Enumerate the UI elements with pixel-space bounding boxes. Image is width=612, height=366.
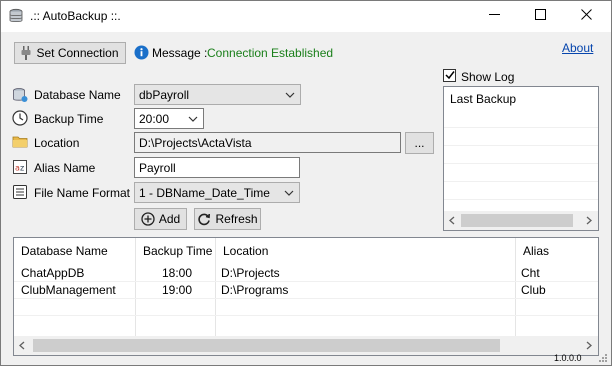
cell-alias: Club (521, 282, 546, 297)
column-header-database-name[interactable]: Database Name (14, 238, 142, 264)
alias-name-label: Alias Name (34, 161, 96, 175)
scroll-left-icon[interactable] (17, 339, 27, 352)
table-scroll-thumb[interactable] (33, 339, 500, 352)
backup-time-label: Backup Time (34, 112, 104, 126)
location-field[interactable]: D:\Projects\ActaVista (134, 132, 401, 153)
browse-button[interactable]: ... (405, 132, 434, 154)
backup-table[interactable]: Database Name Backup Time Location Alias… (13, 237, 599, 356)
database-icon (12, 87, 28, 103)
maximize-button[interactable] (517, 1, 563, 31)
set-connection-label: Set Connection (36, 46, 119, 60)
version-label: 1.0.0.0 (554, 353, 582, 363)
close-button[interactable] (563, 1, 609, 31)
cell-backup-time: 18:00 (162, 265, 193, 280)
log-column-header: Last Backup (450, 92, 517, 106)
window-title: .:: AutoBackup ::. (30, 9, 121, 23)
row-divider (14, 298, 598, 299)
column-divider (515, 238, 516, 336)
chevron-down-icon (283, 187, 295, 199)
row-divider (14, 315, 598, 316)
chevron-down-icon (284, 89, 296, 101)
location-label: Location (34, 136, 80, 150)
column-header-alias[interactable]: Alias (516, 238, 605, 264)
log-scroll-thumb[interactable] (461, 214, 573, 227)
column-header-backup-time[interactable]: Backup Time (136, 238, 222, 264)
show-log-label[interactable]: Show Log (461, 70, 514, 84)
log-list[interactable]: Last Backup (443, 86, 599, 231)
cell-database-name: ChatAppDB (21, 265, 85, 280)
about-link[interactable]: About (562, 41, 593, 55)
file-name-format-select[interactable]: 1 - DBName_Date_Time (134, 182, 300, 203)
log-row (444, 181, 598, 200)
backup-time-select[interactable]: 20:00 (134, 108, 204, 129)
scroll-right-icon[interactable] (584, 214, 594, 227)
add-label: Add (158, 212, 181, 226)
file-name-format-value: 1 - DBName_Date_Time (139, 185, 270, 200)
checkmark-icon (444, 69, 455, 83)
cell-database-name: ClubManagement (21, 282, 116, 297)
minimize-button[interactable] (471, 1, 517, 31)
chevron-down-icon (187, 113, 199, 125)
column-header-location[interactable]: Location (216, 238, 522, 264)
alias-name-field[interactable]: Payroll (134, 157, 300, 178)
database-stack-icon (8, 8, 24, 24)
set-connection-button[interactable]: Set Connection (14, 42, 126, 64)
refresh-icon (197, 212, 211, 226)
database-name-value: dbPayroll (139, 87, 190, 102)
database-name-select[interactable]: dbPayroll (134, 84, 301, 105)
plus-circle-icon (141, 212, 155, 226)
log-row (444, 163, 598, 182)
close-icon (580, 9, 592, 23)
connection-status: Connection Established (207, 46, 334, 60)
refresh-button[interactable]: Refresh (194, 208, 261, 230)
add-button[interactable]: Add (134, 208, 187, 230)
refresh-label: Refresh (215, 212, 258, 226)
folder-icon (12, 134, 28, 150)
column-divider (135, 238, 136, 336)
log-horizontal-scrollbar[interactable] (444, 211, 598, 230)
table-horizontal-scrollbar[interactable] (14, 336, 598, 355)
scroll-left-icon[interactable] (447, 214, 457, 227)
database-name-label: Database Name (34, 88, 121, 102)
message-label: Message : (152, 46, 208, 60)
minimize-icon (488, 9, 500, 23)
clock-icon (12, 110, 28, 126)
alias-tag-icon: az (12, 159, 28, 175)
column-divider (215, 238, 216, 336)
maximize-icon (534, 9, 546, 23)
cell-location: D:\Programs (221, 282, 289, 297)
file-name-format-label: File Name Format (34, 186, 131, 200)
svg-text:z: z (20, 164, 24, 173)
plug-icon (21, 46, 31, 60)
log-row (444, 145, 598, 164)
list-format-icon (12, 184, 28, 200)
cell-alias: Cht (521, 265, 540, 280)
backup-time-value: 20:00 (139, 111, 170, 126)
scroll-right-icon[interactable] (584, 339, 594, 352)
log-row (444, 109, 598, 128)
info-icon (134, 45, 149, 60)
cell-backup-time: 19:00 (162, 282, 193, 297)
resize-grip-icon[interactable] (598, 352, 608, 362)
log-row (444, 127, 598, 146)
show-log-checkbox[interactable] (443, 69, 456, 82)
cell-location: D:\Projects (221, 265, 280, 280)
